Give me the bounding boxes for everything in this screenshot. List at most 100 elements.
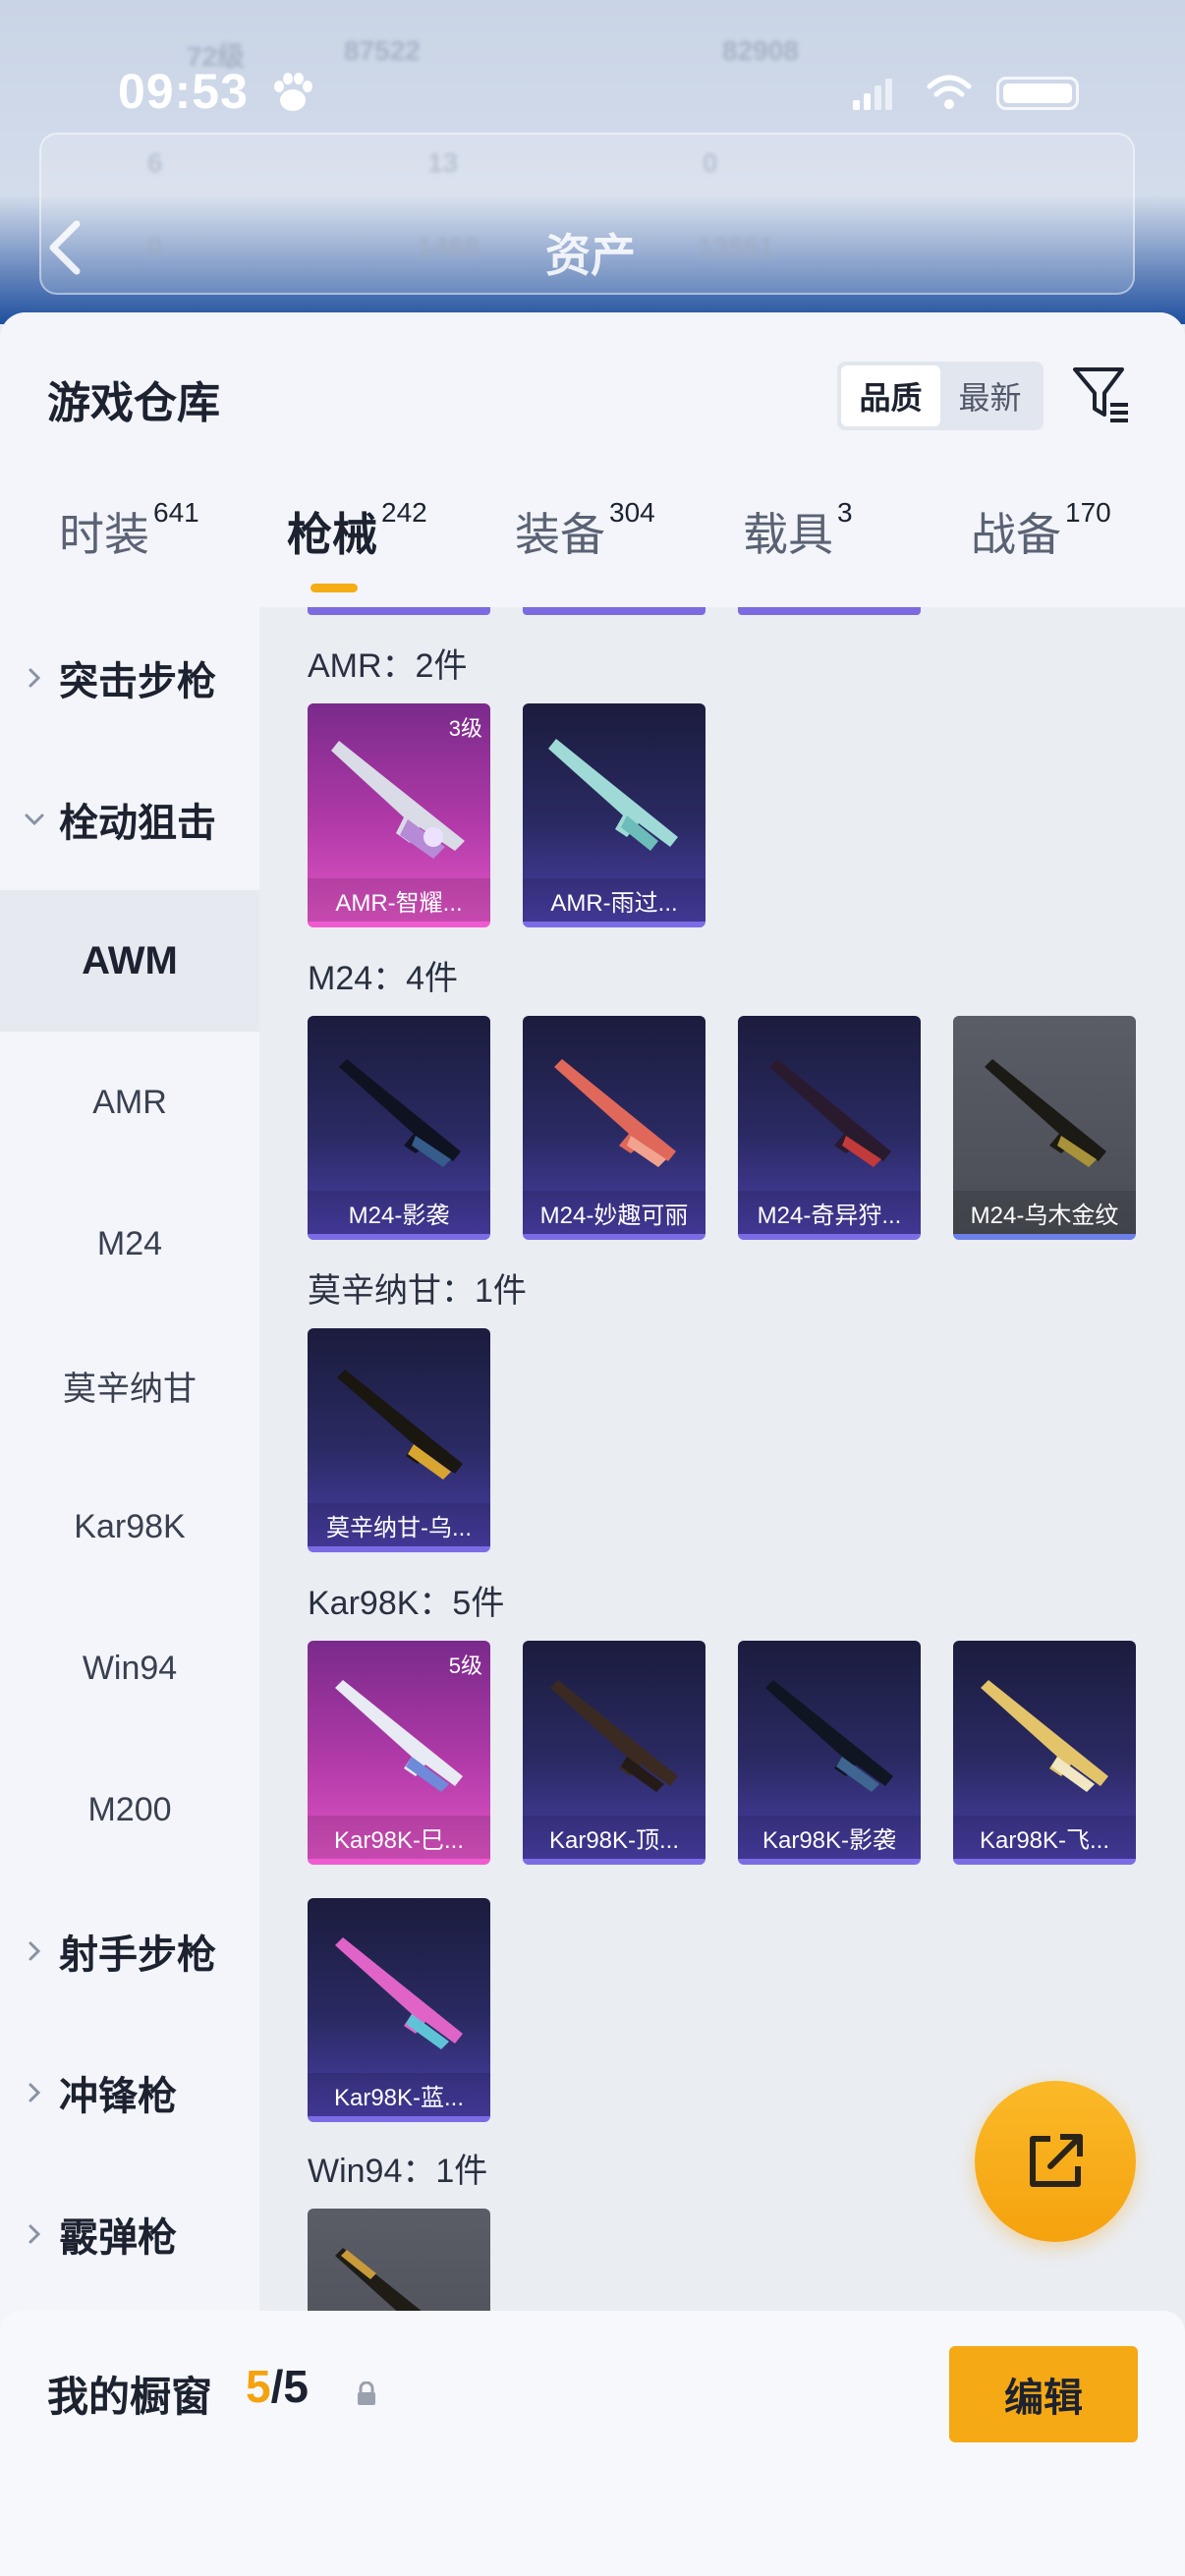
item-name: AMR-智耀... (308, 878, 490, 922)
category-label: Kar98K (74, 1507, 186, 1545)
rifle-icon (337, 1370, 463, 1480)
rifle-icon (550, 1680, 678, 1792)
category-label: M200 (87, 1790, 172, 1828)
section-title-mosin: 莫辛纳甘：1件 (308, 1272, 527, 1310)
item-name: Kar98K-巳... (308, 1816, 490, 1859)
assets-title: 资产 (545, 230, 636, 281)
tab-count: 242 (381, 497, 427, 528)
item-name: Kar98K-影袭 (738, 1816, 921, 1859)
item-card[interactable]: Kar98K-顶... (523, 1641, 705, 1865)
subcategory-win94[interactable]: Win94 (0, 1597, 259, 1739)
tab-firearms[interactable]: 枪械 242 (287, 497, 427, 564)
section-title-amr: AMR：2件 (308, 647, 468, 685)
item-card[interactable]: M24-奇异狩... (738, 1016, 921, 1240)
showcase-current: 5 (246, 2361, 271, 2412)
tab-supplies[interactable]: 战备 170 (971, 497, 1111, 564)
tab-equipment[interactable]: 装备 304 (515, 497, 655, 564)
wifi-icon (927, 75, 972, 109)
category-label: 霰弹枪 (59, 2216, 177, 2260)
category-label: 冲锋枪 (59, 2075, 177, 2118)
category-marksman-rifles[interactable]: 射手步枪 (0, 1880, 259, 2022)
external-link-icon (1030, 2134, 1083, 2187)
showcase-count: 5/5 (246, 2360, 309, 2413)
category-label: Win94 (82, 1649, 178, 1687)
item-name: Kar98K-飞... (953, 1816, 1136, 1859)
background-header: 72级 87522 82908 6 13 0 0 1468 13551 09:5… (0, 0, 1185, 324)
subcategory-m200[interactable]: M200 (0, 1739, 259, 1880)
battery-icon (996, 77, 1079, 110)
rifle-icon (331, 741, 465, 859)
section-title-kar98k: Kar98K：5件 (308, 1585, 505, 1622)
tab-label: 装备 (515, 509, 605, 560)
tab-count: 170 (1065, 497, 1111, 528)
sheet-header: 游戏仓库 品质 最新 时装 641 枪械 242 装备 304 载具 3 战备 … (0, 312, 1185, 607)
showcase-label: 我的橱窗 (47, 2374, 213, 2420)
category-smg[interactable]: 冲锋枪 (0, 2022, 259, 2163)
category-shotguns[interactable]: 霰弹枪 (0, 2163, 259, 2305)
subcategory-kar98k[interactable]: Kar98K (0, 1456, 259, 1597)
rifle-icon (339, 1059, 461, 1167)
subcategory-awm[interactable]: AWM (0, 890, 259, 1032)
showcase-separator: / (270, 2361, 284, 2412)
category-label: AMR (92, 1083, 167, 1121)
section-title-m24: M24：4件 (308, 960, 459, 997)
showcase-bar: 我的橱窗 5/5 编辑 (0, 2311, 1185, 2576)
item-card[interactable] (308, 2209, 490, 2326)
sheet-title: 游戏仓库 (47, 379, 220, 427)
status-time: 09:53 (118, 64, 249, 119)
chevron-right-icon (28, 2224, 41, 2244)
subcategory-m24[interactable]: M24 (0, 1173, 259, 1315)
sort-newest-button[interactable]: 最新 (940, 365, 1040, 426)
category-label: 栓动狙击 (59, 802, 216, 845)
tab-count: 3 (837, 497, 853, 528)
item-name: M24-影袭 (308, 1191, 490, 1234)
category-bolt-snipers[interactable]: 栓动狙击 (0, 749, 259, 890)
item-card[interactable]: Kar98K-影袭 (738, 1641, 921, 1865)
item-card[interactable]: M24-妙趣可丽 (523, 1016, 705, 1240)
item-card[interactable]: M24-影袭 (308, 1016, 490, 1240)
item-level: 3级 (448, 716, 482, 741)
tab-fashion[interactable]: 时装 641 (59, 497, 199, 564)
status-bar: 09:53 (0, 63, 1185, 122)
tab-label: 时装 (59, 509, 149, 560)
back-icon[interactable] (45, 218, 85, 277)
tab-count: 304 (609, 497, 655, 528)
tab-label: 战备 (971, 509, 1061, 560)
item-card[interactable]: 3级 AMR-智耀... (308, 703, 490, 927)
rifle-icon (554, 1059, 676, 1167)
warehouse-sheet: 游戏仓库 品质 最新 时装 641 枪械 242 装备 304 载具 3 战备 … (0, 312, 1185, 2576)
lock-icon (358, 2381, 375, 2405)
rifle-icon (985, 1059, 1106, 1167)
filter-icon[interactable] (1071, 364, 1134, 426)
rifle-icon (769, 1059, 891, 1167)
item-name: M24-妙趣可丽 (523, 1191, 705, 1234)
category-assault-rifles[interactable]: 突击步枪 (0, 607, 259, 749)
item-card[interactable]: Kar98K-飞... (953, 1641, 1136, 1865)
chevron-down-icon (25, 813, 44, 826)
active-tab-indicator (310, 584, 358, 592)
item-name: 莫辛纳甘-乌... (308, 1503, 490, 1546)
weapon-category-list: 突击步枪 栓动狙击 AWM AMR M24 莫辛纳甘 Kar98K Win94 … (0, 607, 259, 2576)
paw-icon (274, 73, 312, 111)
subcategory-mosin[interactable]: 莫辛纳甘 (0, 1315, 259, 1456)
rifle-icon (335, 1680, 463, 1792)
item-card[interactable]: 莫辛纳甘-乌... (308, 1328, 490, 1552)
item-card[interactable]: M24-乌木金纹 (953, 1016, 1136, 1240)
share-fab-button[interactable] (975, 2081, 1136, 2242)
item-card[interactable]: 5级 Kar98K-巳... (308, 1641, 490, 1865)
category-label: 莫辛纳甘 (63, 1370, 197, 1408)
subcategory-amr[interactable]: AMR (0, 1032, 259, 1173)
item-name: AMR-雨过... (523, 878, 705, 922)
sort-quality-button[interactable]: 品质 (841, 365, 940, 426)
category-label: 突击步枪 (59, 660, 216, 703)
section-title-win94: Win94：1件 (308, 2153, 488, 2190)
tab-vehicles[interactable]: 载具 3 (743, 497, 853, 564)
partial-item (738, 607, 921, 615)
partial-item (523, 607, 705, 615)
category-tabs: 时装 641 枪械 242 装备 304 载具 3 战备 170 (0, 497, 1185, 607)
item-card[interactable]: Kar98K-蓝... (308, 1898, 490, 2122)
edit-button[interactable]: 编辑 (949, 2346, 1138, 2442)
item-card[interactable]: AMR-雨过... (523, 703, 705, 927)
sort-toggle: 品质 最新 (837, 362, 1044, 430)
chevron-right-icon (28, 668, 41, 688)
